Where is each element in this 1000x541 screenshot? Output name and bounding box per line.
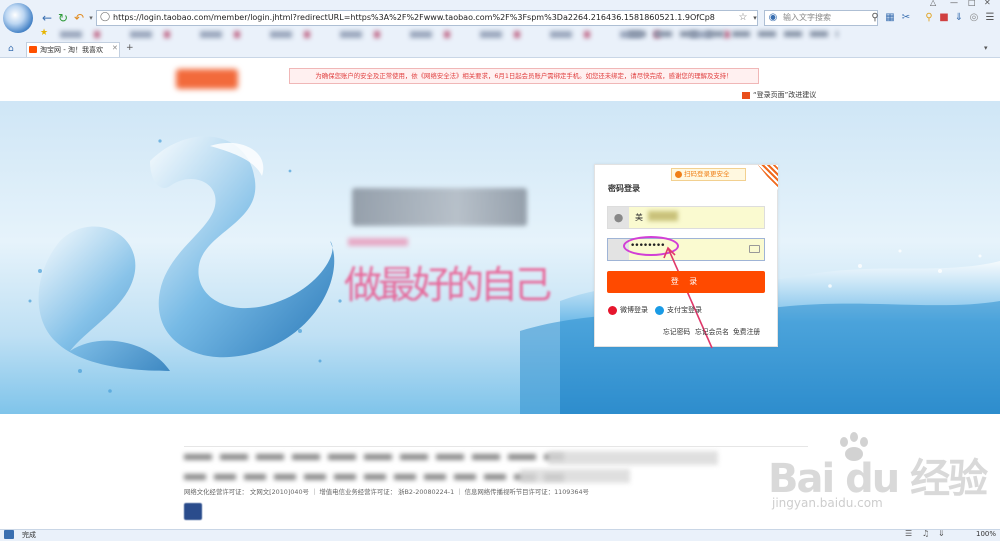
status-bar [0,529,1000,541]
tab-taobao[interactable]: 淘宝网 - 淘！我喜欢 [26,42,120,57]
download-status-icon[interactable]: ⇓ [938,529,945,538]
tab-close-icon[interactable]: ✕ [112,44,118,52]
browser-toolbar [0,0,1000,58]
shield-icon [675,171,682,178]
scissors-icon[interactable]: ✂ [900,12,912,24]
footer-links-row2[interactable] [184,474,564,480]
status-text: 完成 [22,531,36,539]
weibo-icon [608,305,617,315]
skin-icon[interactable]: △ [930,0,936,7]
close-icon[interactable]: ✕ [984,0,991,7]
weibo-login-link[interactable]: 微博登录 [608,305,648,315]
menu-icon[interactable]: ☰ [984,12,996,24]
grid-icon[interactable]: ▦ [884,12,896,24]
security-notice: 为确保您账户的安全及正常使用，依《网络安全法》相关要求，6月1日起会员账户需绑定… [289,68,759,84]
maximize-icon[interactable]: □ [968,0,976,7]
favorite-star-icon[interactable]: ☆ [737,12,749,24]
window-controls[interactable]: △ — □ ✕ [930,0,996,10]
footer-links-row1[interactable] [184,454,564,460]
refresh-icon[interactable]: ↻ [56,11,70,25]
favorites-star-icon[interactable]: ★ [40,28,48,38]
page-status-icon [4,530,14,539]
forgot-password-link[interactable]: 忘记密码 [663,326,690,336]
taobao-logo[interactable] [176,69,238,89]
username-value: 美 [635,213,643,222]
feedback-link[interactable]: “登录页面”改进建议 [742,90,816,100]
feedback-label: “登录页面”改进建议 [753,91,817,99]
footer-divider [184,446,808,447]
shield-status-icon[interactable]: ☰ [905,529,912,538]
search-icon[interactable]: ⚲ [869,12,881,24]
download-icon[interactable]: ⇓ [953,12,965,24]
home-icon[interactable]: ⌂ [8,44,14,54]
username-input[interactable] [607,206,765,229]
minimize-icon[interactable]: — [950,0,958,7]
slogan-pink-small [348,238,408,246]
register-link[interactable]: 免费注册 [733,326,760,336]
alipay-label: 支付宝登录 [667,306,702,314]
zoom-level[interactable]: 100% [976,530,996,538]
qr-login-badge[interactable]: 扫码登录更安全 [671,168,746,181]
forgot-member-link[interactable]: 忘记会员名 [695,326,729,336]
annotation-arrow [663,246,713,349]
footer-links-row2-blur [520,469,630,483]
tab-list-icon[interactable]: ▾ [984,44,988,52]
back-icon[interactable]: ← [40,11,54,25]
footer-license: 网络文化经营许可证： 文网文[2010]040号 ｜ 增值电信业务经营许可证： … [184,488,589,496]
address-dropdown-icon[interactable]: ▾ [749,12,761,24]
qr-badge-label: 扫码登录更安全 [684,170,730,178]
slogan-pink-text: 做最好的自己 [344,263,552,307]
username-blurred [648,211,678,221]
new-tab-button[interactable]: + [126,43,134,53]
extension-icon[interactable]: ■ [938,12,950,24]
browser-logo-icon[interactable] [3,3,33,33]
search-input[interactable]: 输入文字搜索 [764,10,878,26]
keyboard-icon[interactable] [749,245,760,253]
alipay-login-link[interactable]: 支付宝登录 [655,305,702,315]
user-icon: ● [608,207,629,228]
baidu-watermark-url: jingyan.baidu.com [772,496,883,510]
login-button[interactable]: 登 录 [607,271,765,293]
taobao-favicon-icon [29,46,37,53]
footer-links-row1-blur [548,451,718,465]
sound-icon[interactable]: ♫ [922,529,929,538]
globe-icon[interactable]: ◎ [968,12,980,24]
favorites-bar-right[interactable] [628,31,838,37]
alipay-icon [655,305,664,315]
slogan-blurred-text [352,188,527,226]
secure-lock-icon: ◯ [100,12,111,22]
weibo-label: 微博登录 [620,306,648,314]
login-title: 密码登录 [608,184,640,193]
certification-badge-icon[interactable] [184,503,202,520]
feedback-icon [742,91,750,99]
key-icon[interactable]: ⚲ [923,12,935,24]
search-engine-icon[interactable]: ◉ [767,12,779,24]
address-bar[interactable]: https://login.taobao.com/member/login.jh… [96,10,758,26]
